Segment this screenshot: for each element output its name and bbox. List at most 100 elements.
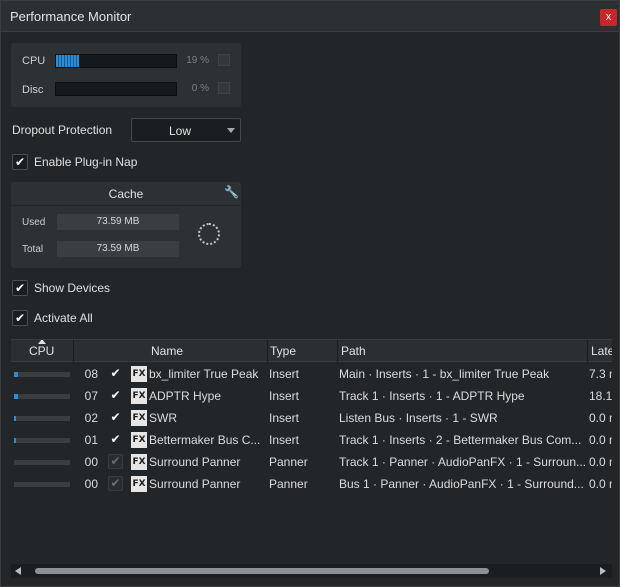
plugin-latency: 0.0 m [589,411,612,425]
cpu-usage-bar [14,372,70,377]
disc-overload-indicator [218,82,230,94]
table-row[interactable]: 08 ✔ FX bx_limiter True Peak Insert Main · In… [11,363,612,385]
cpu-usage-fill [14,438,16,443]
cpu-value: 02 [84,411,98,425]
plugin-latency: 0.0 m [589,433,612,447]
plugin-latency: 0.0 m [589,455,612,469]
cpu-usage-bar [14,460,70,465]
table-header: CPU Name Type Path Late [11,340,612,362]
cpu-value: 00 [84,477,98,491]
check-icon: ✔ [110,432,121,446]
cache-total-label: Total [22,244,44,255]
plugin-nap-checkbox[interactable]: ✔ [12,154,28,170]
fx-plugin-icon: FX [131,410,147,426]
plugin-path: Listen Bus · Inserts · 1 - SWR [339,411,498,425]
fx-plugin-icon: FX [131,366,147,382]
check-icon: ✔ [110,410,121,424]
scrollbar-thumb[interactable] [35,568,489,574]
disc-meter-bar [55,82,177,96]
column-divider[interactable] [337,340,338,362]
cpu-usage-fill [14,416,16,421]
show-devices-label: Show Devices [34,281,111,295]
plugin-path: Bus 1 · Panner · AudioPanFX · 1 - Surrou… [339,477,584,491]
dropout-protection-select[interactable]: Low [131,118,241,142]
fx-plugin-icon: FX [131,432,147,448]
loading-spinner-icon [198,223,220,245]
active-checkbox[interactable]: ✔ [108,454,123,469]
cpu-value: 01 [84,433,98,447]
plugin-latency: 7.3 m [589,367,612,381]
table-row[interactable]: 01 ✔ FX Bettermaker Bus C... Insert Track 1 ·… [11,429,612,451]
cache-panel: Cache 🔧 Used 73.59 MB Total 73.59 MB [11,182,241,268]
chevron-down-icon [227,128,235,133]
cpu-meter-bar [55,54,177,68]
cache-used-label: Used [22,217,46,228]
meter-panel: CPU 19 % Disc 0 % [11,43,241,107]
active-checkbox[interactable]: ✔ [108,476,123,491]
plugin-path: Track 1 · Inserts · 2 - Bettermaker Bus … [339,433,582,447]
fx-plugin-icon: FX [131,454,147,470]
plugin-path: Track 1 · Panner · AudioPanFX · 1 - Surr… [339,455,586,469]
cpu-meter-fill [56,55,79,67]
plugin-name: SWR [149,411,177,425]
cpu-value: 07 [84,389,98,403]
plugin-name: bx_limiter True Peak [149,367,259,381]
plugin-table: CPU Name Type Path Late 08✔FXbx_limiter … [11,339,612,579]
table-row[interactable]: 02 ✔ FX SWR Insert Listen Bus · Inserts · 1 -… [11,407,612,429]
cpu-meter-label: CPU [22,55,46,67]
cache-title: Cache [108,187,144,201]
cpu-usage-fill [14,394,18,399]
plugin-name: Bettermaker Bus C... [149,433,261,447]
plugin-type: Insert [269,389,300,403]
cpu-usage-bar [14,438,70,443]
show-devices-checkbox[interactable]: ✔ [12,280,28,296]
column-divider[interactable] [267,340,268,362]
column-divider[interactable] [587,340,588,362]
plugin-path: Main · Inserts · 1 - bx_limiter True Pea… [339,367,550,381]
cache-header: Cache 🔧 [11,182,241,206]
active-checkbox[interactable]: ✔ [108,410,123,425]
plugin-name: ADPTR Hype [149,389,222,403]
column-header-type[interactable]: Type [270,344,296,358]
active-checkbox[interactable]: ✔ [108,388,123,403]
check-icon: ✔ [14,155,26,169]
cpu-meter-value: 19 % [186,55,209,66]
column-header-latency[interactable]: Late [591,344,612,358]
plugin-type: Panner [269,477,308,491]
table-row[interactable]: 00 ✔ FX Surround Panner Panner Track 1 · Pann… [11,451,612,473]
active-checkbox[interactable]: ✔ [108,366,123,381]
check-icon: ✔ [110,388,121,402]
scroll-right-icon[interactable] [600,567,606,575]
dropout-protection-value: Low [168,124,191,138]
disc-meter-label: Disc [22,84,44,96]
cpu-overload-indicator [218,54,230,66]
active-checkbox[interactable]: ✔ [108,432,123,447]
column-header-path[interactable]: Path [341,344,366,358]
horizontal-scrollbar[interactable] [11,564,612,578]
scroll-left-icon[interactable] [15,567,21,575]
column-header-name[interactable]: Name [151,344,183,358]
plugin-type: Insert [269,411,300,425]
table-row[interactable]: 07 ✔ FX ADPTR Hype Insert Track 1 · Inserts ·… [11,385,612,407]
plugin-type: Panner [269,455,308,469]
cpu-value: 00 [84,455,98,469]
plugin-type: Insert [269,433,300,447]
cpu-value: 08 [84,367,98,381]
title-bar[interactable]: Performance Monitor x [1,1,619,32]
column-header-cpu[interactable]: CPU [29,344,54,358]
activate-all-checkbox[interactable]: ✔ [12,310,28,326]
check-icon: ✔ [110,476,121,490]
plugin-type: Insert [269,367,300,381]
window-title: Performance Monitor [10,9,132,24]
column-divider[interactable] [73,340,74,362]
close-button[interactable]: x [600,9,617,26]
fx-plugin-icon: FX [131,476,147,492]
plugin-nap-label: Enable Plug-in Nap [34,155,138,169]
table-row[interactable]: 00 ✔ FX Surround Panner Panner Bus 1 · Panner… [11,473,612,495]
plugin-name: Surround Panner [149,477,241,491]
plugin-path: Track 1 · Inserts · 1 - ADPTR Hype [339,389,525,403]
performance-monitor-window: Performance Monitor x CPU 19 % Disc 0 % … [0,0,620,587]
fx-plugin-icon: FX [131,388,147,404]
wrench-icon[interactable]: 🔧 [224,185,239,199]
disc-meter-value: 0 % [191,83,209,94]
